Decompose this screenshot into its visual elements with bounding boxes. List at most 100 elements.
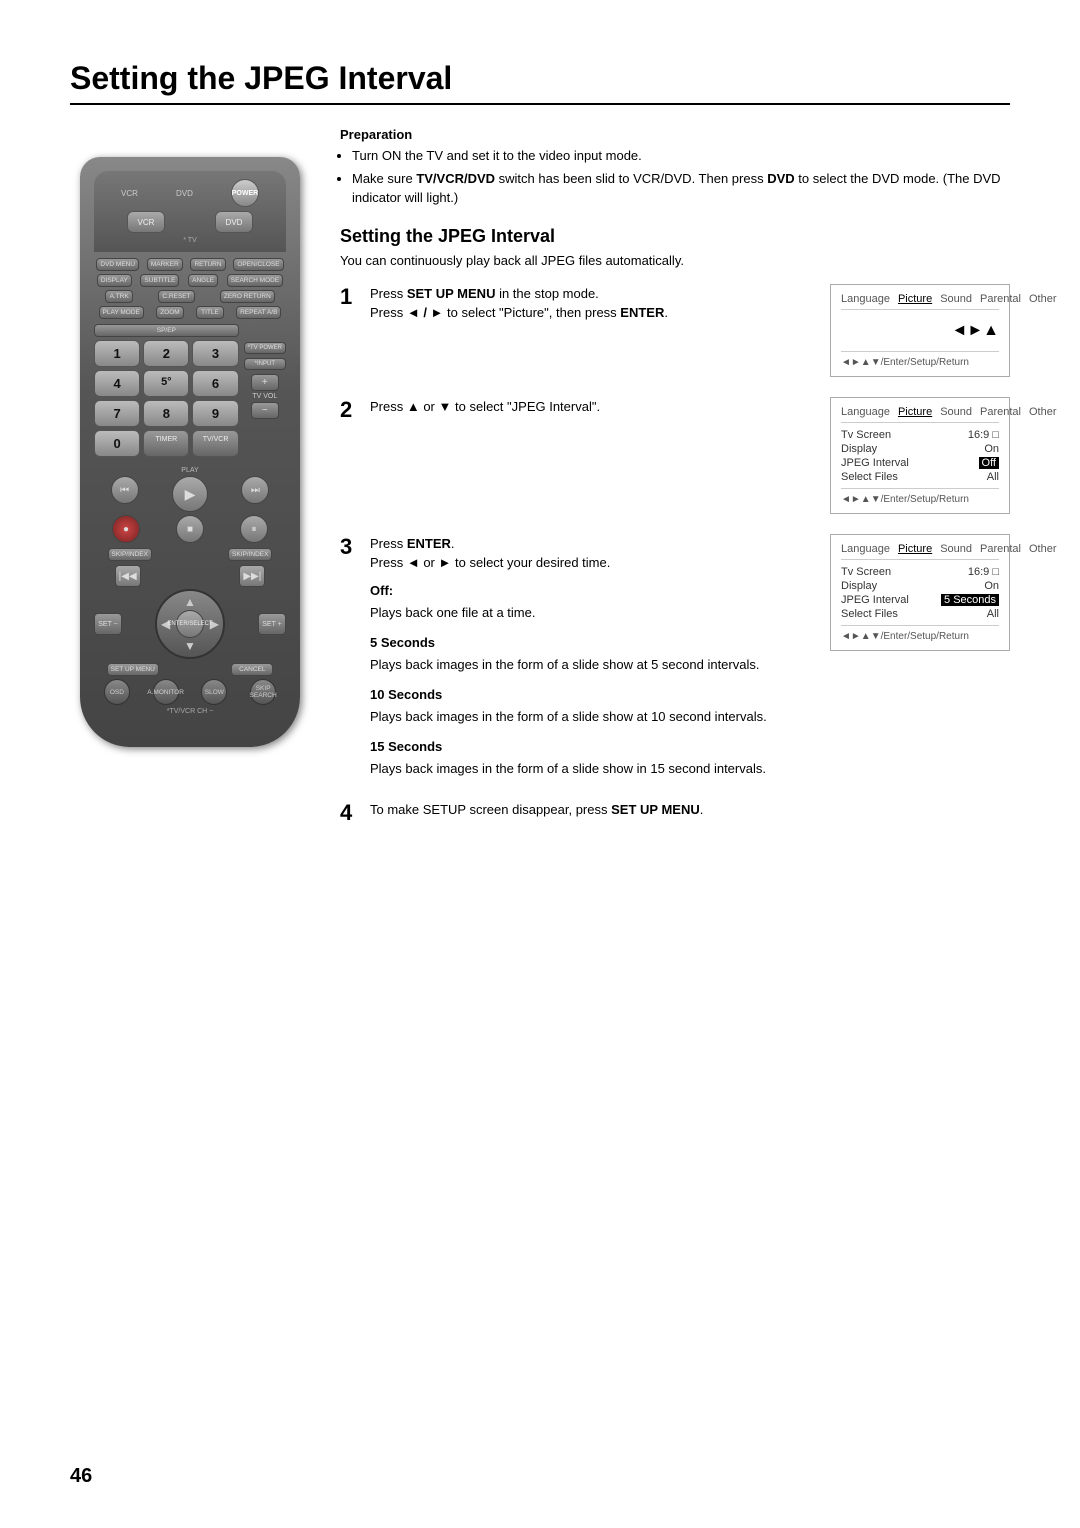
osd3-tv-screen-value: 16:9 □ xyxy=(968,566,999,578)
osd1-tab-picture: Picture xyxy=(898,293,932,305)
return-btn[interactable]: RETURN xyxy=(190,258,225,271)
10sec-text: Plays back images in the form of a slide… xyxy=(370,707,818,727)
step-4-text: To make SETUP screen disappear, press SE… xyxy=(370,800,1010,824)
step-4: 4 To make SETUP screen disappear, press … xyxy=(340,800,1010,824)
section-intro: You can continuously play back all JPEG … xyxy=(340,253,1010,268)
display-btn[interactable]: DISPLAY xyxy=(97,274,132,287)
step-2-content: Press ▲ or ▼ to select "JPEG Interval". … xyxy=(370,397,1010,518)
osd2-tv-screen-value: 16:9 □ xyxy=(968,429,999,441)
osd3-tv-screen-label: Tv Screen xyxy=(841,566,891,578)
search-mode-btn[interactable]: SEARCH MODE xyxy=(227,274,283,287)
next-chapter-btn[interactable]: ▶▶| xyxy=(239,565,265,587)
sp-ep-btn[interactable]: SP/EP xyxy=(94,324,239,337)
bottom-buttons: OSD A.MONITOR SLOW SKIP SEARCH xyxy=(94,679,286,705)
set-minus-btn[interactable]: SET − xyxy=(94,613,122,635)
osd3-select-files-label: Select Files xyxy=(841,608,898,620)
zoom-btn[interactable]: ZOOM xyxy=(156,306,184,319)
osd1-tab-sound: Sound xyxy=(940,293,972,305)
a-monitor-btn[interactable]: A.MONITOR xyxy=(153,679,179,705)
a-trk-btn[interactable]: A.TRK xyxy=(105,290,133,303)
step-3-content: Press ENTER. Press ◄ or ► to select your… xyxy=(370,534,1010,790)
step-2-text: Press ▲ or ▼ to select "JPEG Interval". xyxy=(370,397,818,518)
osd-btn[interactable]: OSD xyxy=(104,679,130,705)
num-7-btn[interactable]: 7 xyxy=(94,400,140,427)
num-8-btn[interactable]: 8 xyxy=(143,400,189,427)
step-1-text: Press SET UP MENU in the stop mode. Pres… xyxy=(370,284,818,381)
vcr-label: VCR xyxy=(121,189,138,198)
prev-chapter-btn[interactable]: |◀◀ xyxy=(115,565,141,587)
pause-btn[interactable]: ⏸ xyxy=(240,515,268,543)
num-0-btn[interactable]: 0 xyxy=(94,430,140,457)
c-reset-btn[interactable]: C.RESET xyxy=(158,290,194,303)
play-btn[interactable]: ▶ xyxy=(172,476,208,512)
subtitle-btn[interactable]: SUBTITLE xyxy=(140,274,179,287)
osd1-tab-language: Language xyxy=(841,293,890,305)
num-4-btn[interactable]: 4 xyxy=(94,370,140,397)
remote-control: VCR DVD POWER VCR DVD * TV DVD M xyxy=(80,157,300,747)
tv-vcr-btn[interactable]: TV/VCR xyxy=(192,430,238,457)
osd2-jpeg-label: JPEG Interval xyxy=(841,457,909,469)
cancel-btn[interactable]: CANCEL xyxy=(231,663,273,676)
off-text: Plays back one file at a time. xyxy=(370,603,818,623)
num-6-btn[interactable]: 6 xyxy=(192,370,238,397)
num-3-btn[interactable]: 3 xyxy=(192,340,238,367)
tv-vcr-ch-label: *TV/VCR CH − xyxy=(94,708,286,715)
rec-btn[interactable]: ● xyxy=(112,515,140,543)
stop-btn[interactable]: ■ xyxy=(176,515,204,543)
function-buttons: DVD MENU MARKER RETURN OPEN/CLOSE DISPLA… xyxy=(94,258,286,319)
step-2-number: 2 xyxy=(340,399,360,421)
main-layout: VCR DVD POWER VCR DVD * TV DVD M xyxy=(70,127,1010,824)
marker-btn[interactable]: MARKER xyxy=(147,258,183,271)
osd2-nav: ◄►▲▼/Enter/Setup/Return xyxy=(841,494,999,505)
nav-down-btn[interactable]: ▼ xyxy=(184,639,196,653)
5sec-text: Plays back images in the form of a slide… xyxy=(370,655,818,675)
title-btn[interactable]: TITLE xyxy=(196,306,224,319)
skip-search-btn[interactable]: SKIP SEARCH xyxy=(250,679,276,705)
num-9-btn[interactable]: 9 xyxy=(192,400,238,427)
step-3: 3 Press ENTER. Press ◄ or ► to select yo… xyxy=(340,534,1010,790)
osd3-tab-language: Language xyxy=(841,543,890,555)
skip-index-left-btn[interactable]: SKIP/INDEX xyxy=(108,548,152,561)
remote-top: VCR DVD POWER VCR DVD * TV xyxy=(94,171,286,252)
power-btn[interactable]: POWER xyxy=(231,179,259,207)
setup-menu-btn[interactable]: SET UP MENU xyxy=(107,663,159,676)
osd3-display-value: On xyxy=(984,580,999,592)
num-1-btn[interactable]: 1 xyxy=(94,340,140,367)
osd1-tab-parental: Parental xyxy=(980,293,1021,305)
dvd-menu-btn[interactable]: DVD MENU xyxy=(96,258,139,271)
slow-btn[interactable]: SLOW xyxy=(201,679,227,705)
input-btn[interactable]: *INPUT xyxy=(244,358,286,370)
vcr-switch-btn[interactable]: VCR xyxy=(127,211,165,233)
dvd-switch-btn[interactable]: DVD xyxy=(215,211,253,233)
zero-return-btn[interactable]: ZERO RETURN xyxy=(220,290,275,303)
osd2-tv-screen-label: Tv Screen xyxy=(841,429,891,441)
nav-up-btn[interactable]: ▲ xyxy=(184,595,196,609)
timer-btn[interactable]: TIMER xyxy=(143,430,189,457)
steps-container: 1 Press SET UP MENU in the stop mode. Pr… xyxy=(340,284,1010,790)
osd1-nav: ◄►▲▼/Enter/Setup/Return xyxy=(841,357,999,368)
set-plus-btn[interactable]: SET + xyxy=(258,613,286,635)
tv-vol-minus-btn[interactable]: − xyxy=(251,402,279,419)
skip-index-right-btn[interactable]: SKIP/INDEX xyxy=(228,548,272,561)
osd3-tab-parental: Parental xyxy=(980,543,1021,555)
osd1-tab-other: Other xyxy=(1029,293,1057,305)
tv-vol-plus-btn[interactable]: + xyxy=(251,374,279,391)
num-5-btn[interactable]: 5° xyxy=(143,370,189,397)
play-mode-btn[interactable]: PLAY MODE xyxy=(99,306,144,319)
rew-btn[interactable]: ⏮ xyxy=(111,476,139,504)
ff-btn[interactable]: ⏭ xyxy=(241,476,269,504)
step-3-text: Press ENTER. Press ◄ or ► to select your… xyxy=(370,534,818,790)
enter-select-btn[interactable]: ENTER/SELECT xyxy=(176,610,204,638)
angle-btn[interactable]: ANGLE xyxy=(188,274,218,287)
page-title: Setting the JPEG Interval xyxy=(70,60,1010,97)
off-title: Off: xyxy=(370,581,818,601)
osd3-select-files-value: All xyxy=(987,608,999,620)
osd2-select-files-label: Select Files xyxy=(841,471,898,483)
num-2-btn[interactable]: 2 xyxy=(143,340,189,367)
15sec-title: 15 Seconds xyxy=(370,737,818,757)
osd2-display-value: On xyxy=(984,443,999,455)
repeat-ab-btn[interactable]: REPEAT A/B xyxy=(236,306,281,319)
osd2-tab-sound: Sound xyxy=(940,406,972,418)
tv-power-btn[interactable]: *TV POWER xyxy=(244,342,286,354)
open-close-btn[interactable]: OPEN/CLOSE xyxy=(233,258,283,271)
